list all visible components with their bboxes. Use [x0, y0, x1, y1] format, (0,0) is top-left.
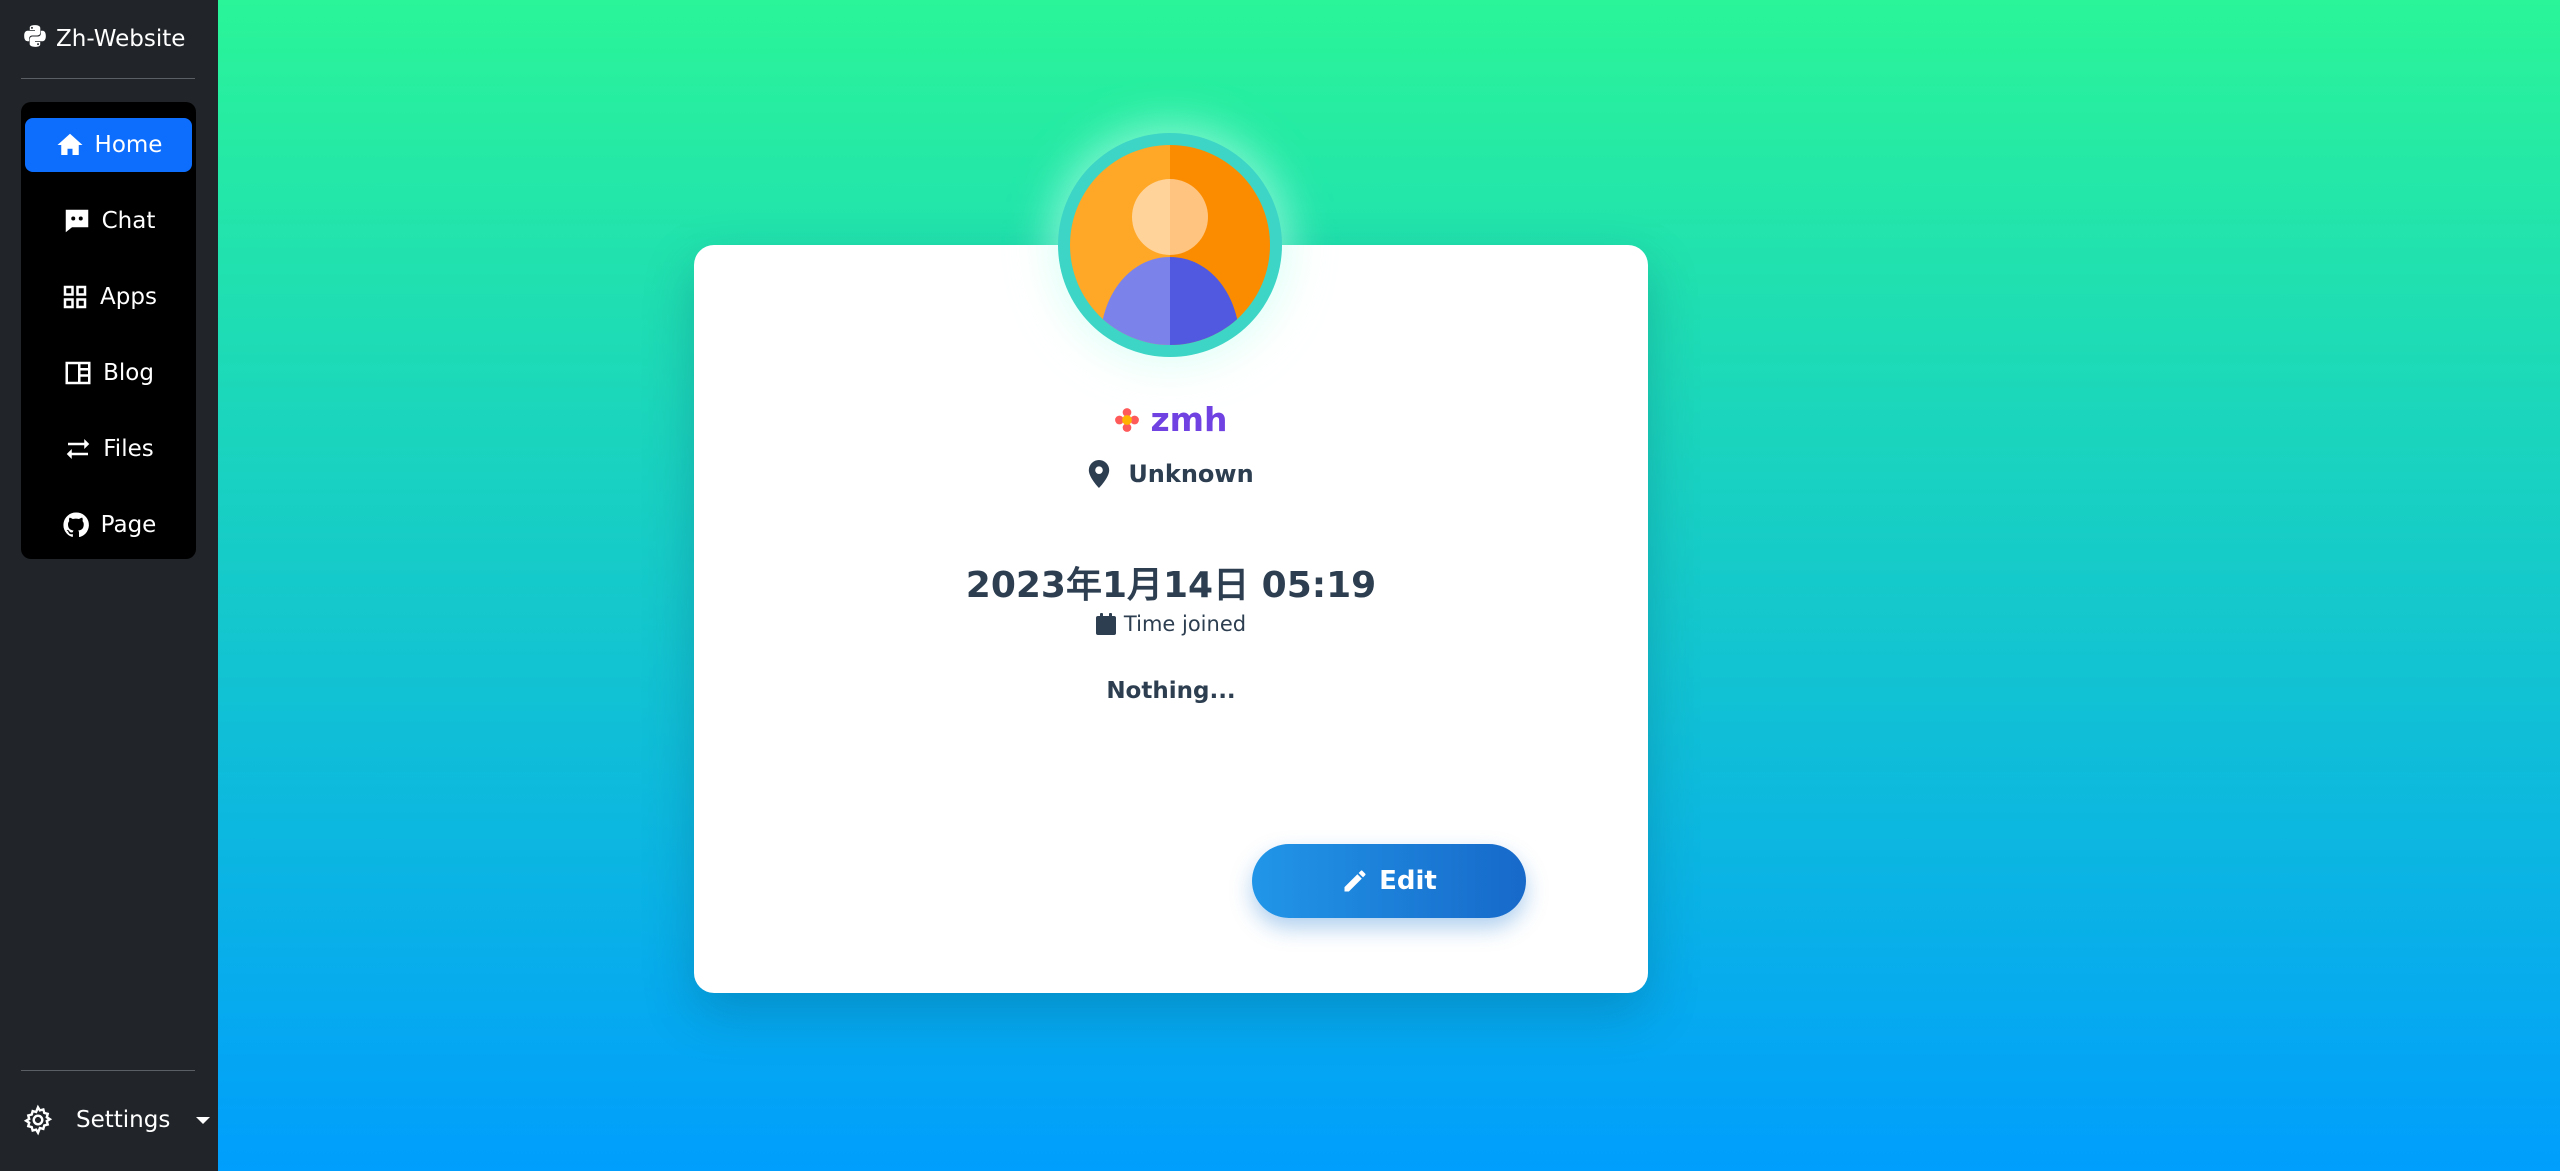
profile-location: Unknown	[694, 460, 1648, 488]
sidebar-item-files[interactable]: Files	[25, 422, 192, 476]
settings-label: Settings	[76, 1107, 171, 1133]
sidebar-item-label: Home	[94, 132, 163, 158]
sidebar-nav: Home Chat Apps Blog Files Page	[21, 102, 196, 559]
github-icon	[63, 512, 89, 538]
user-avatar-icon	[1070, 145, 1270, 345]
username-text: zmh	[1150, 400, 1228, 439]
map-pin-icon	[1089, 460, 1110, 488]
edit-button-label: Edit	[1379, 866, 1437, 896]
avatar	[1058, 133, 1282, 357]
profile-bio: Nothing...	[1106, 678, 1236, 704]
home-icon	[57, 133, 83, 155]
apps-grid-icon	[63, 285, 87, 309]
sidebar-item-label: Blog	[103, 360, 154, 386]
sidebar: Zh-Website Home Chat Apps Blog Files Pag…	[0, 0, 218, 1171]
caret-down-icon	[196, 1116, 210, 1124]
joined-date: 2023年1月14日 05:19	[965, 565, 1377, 606]
location-text: Unknown	[1128, 460, 1254, 488]
sidebar-item-label: Chat	[101, 208, 156, 234]
sidebar-item-page[interactable]: Page	[25, 498, 192, 552]
sidebar-item-label: Page	[100, 512, 157, 538]
sidebar-item-chat[interactable]: Chat	[25, 194, 192, 248]
sidebar-item-label: Apps	[100, 284, 157, 310]
python-icon	[22, 23, 48, 55]
chat-icon	[65, 209, 88, 233]
profile-username: zmh	[694, 400, 1648, 439]
calendar-icon	[1095, 613, 1116, 635]
pencil-icon	[1344, 870, 1366, 892]
edit-profile-button[interactable]: Edit	[1252, 844, 1526, 918]
settings-dropdown[interactable]: Settings	[22, 1098, 212, 1142]
gear-icon	[23, 1104, 53, 1136]
sidebar-item-blog[interactable]: Blog	[25, 346, 192, 400]
sidebar-item-home[interactable]: Home	[25, 118, 192, 172]
brand-link[interactable]: Zh-Website	[22, 22, 185, 56]
joined-label-text: Time joined	[1123, 612, 1247, 636]
sidebar-item-label: Files	[103, 436, 154, 462]
sidebar-divider-bottom	[21, 1070, 195, 1071]
flower-badge-icon	[1115, 407, 1140, 432]
sidebar-item-apps[interactable]: Apps	[25, 270, 192, 324]
brand-name: Zh-Website	[56, 26, 186, 52]
blog-icon	[65, 361, 91, 385]
joined-label: Time joined	[694, 612, 1648, 636]
sidebar-divider-top	[21, 78, 195, 79]
transfer-arrows-icon	[67, 439, 90, 459]
